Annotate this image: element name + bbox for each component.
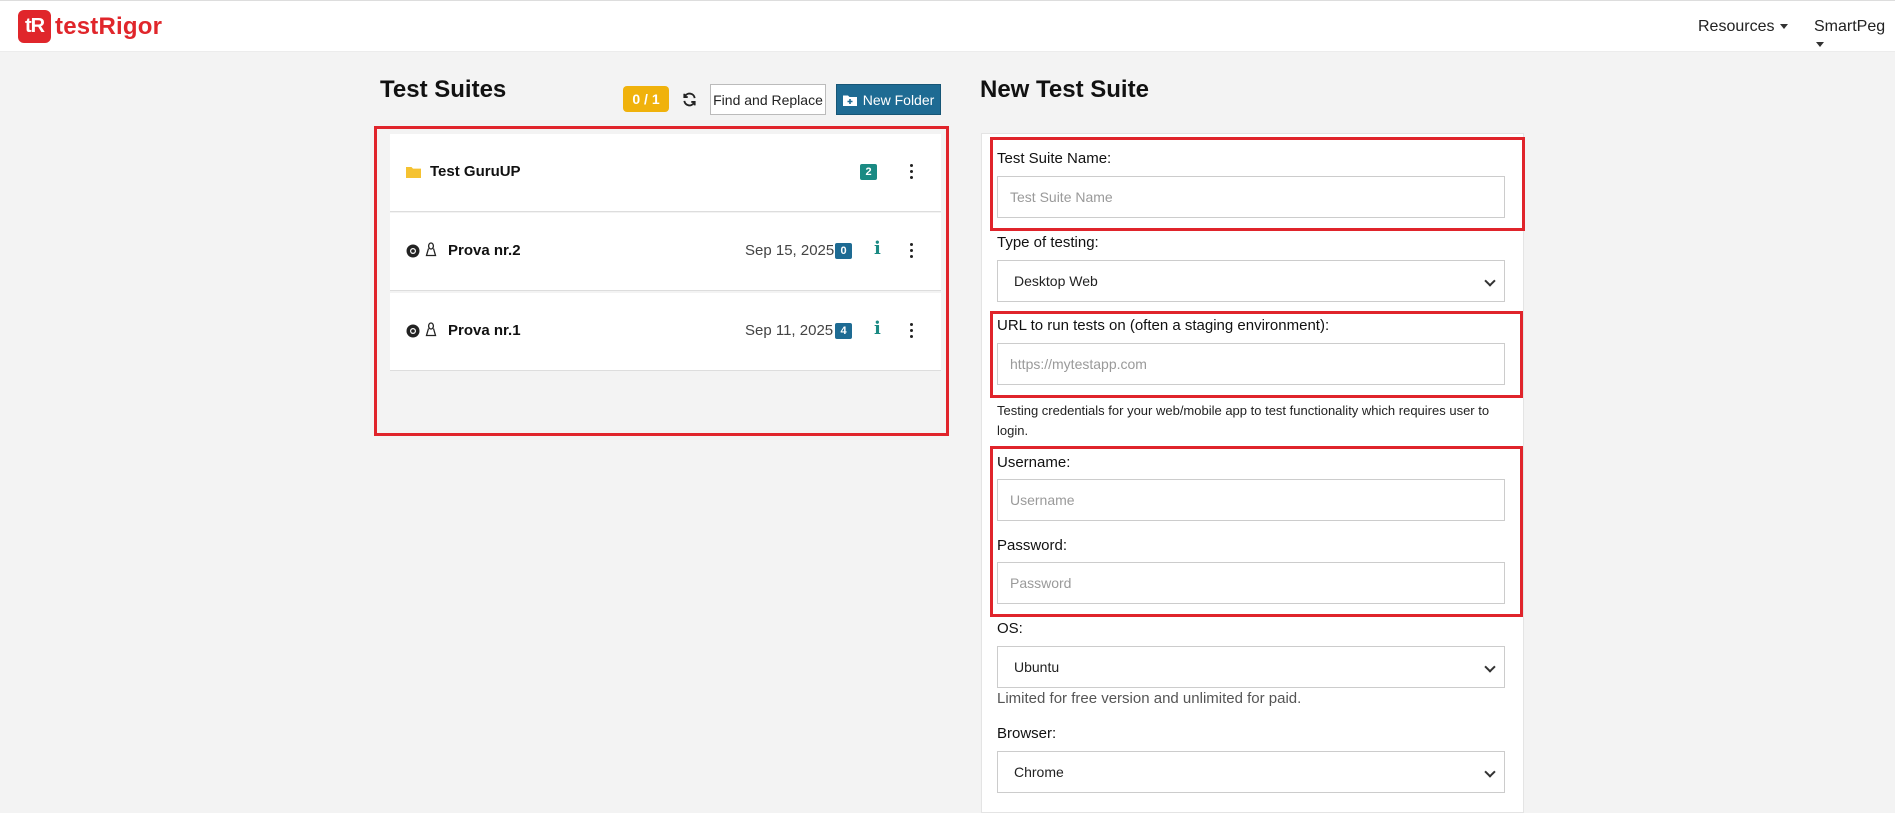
folder-icon — [406, 167, 421, 178]
testrigor-logo[interactable]: tR testRigor — [18, 10, 162, 43]
username-input[interactable] — [997, 479, 1505, 521]
caret-down-icon — [1780, 24, 1789, 30]
suite-name-input[interactable] — [997, 176, 1505, 218]
nav-resources-dropdown[interactable]: Resources — [1698, 18, 1789, 36]
info-icon[interactable]: i — [874, 318, 881, 339]
find-and-replace-button[interactable]: Find and Replace — [710, 84, 826, 115]
refresh-icon — [682, 92, 696, 106]
nav-resources-label: Resources — [1698, 18, 1775, 35]
chevron-down-icon — [1484, 661, 1496, 673]
suite-name: Prova nr.1 — [448, 322, 521, 339]
folder-row[interactable]: Test GuruUP 2 — [390, 134, 941, 212]
folder-name: Test GuruUP — [430, 163, 521, 180]
more-options-icon[interactable] — [906, 237, 916, 263]
new-folder-label: New Folder — [862, 91, 935, 108]
browser-select[interactable]: Chrome — [997, 751, 1505, 793]
linux-icon — [425, 242, 437, 257]
nav-account-label: SmartPeg — [1814, 18, 1886, 35]
chrome-icon — [406, 244, 420, 258]
new-folder-button[interactable]: New Folder — [836, 84, 941, 115]
password-input[interactable] — [997, 562, 1505, 604]
testing-type-select[interactable]: Desktop Web — [997, 260, 1505, 302]
suite-row[interactable]: Prova nr.1 Sep 11, 2025 4 i — [390, 293, 941, 371]
suite-counter-badge: 0 / 1 — [623, 86, 669, 112]
new-test-suite-title: New Test Suite — [980, 76, 1149, 103]
browser-label: Browser: — [997, 725, 1057, 742]
testing-type-value: Desktop Web — [1014, 273, 1098, 289]
suite-row[interactable]: Prova nr.2 Sep 15, 2025 0 i — [390, 213, 941, 291]
suite-date: Sep 11, 2025 — [745, 322, 834, 339]
test-count-badge: 2 — [860, 164, 877, 180]
info-icon[interactable]: i — [874, 238, 881, 259]
suite-name-label: Test Suite Name: — [997, 150, 1112, 167]
url-input[interactable] — [997, 343, 1505, 385]
url-label: URL to run tests on (often a staging env… — [997, 317, 1330, 334]
suite-name: Prova nr.2 — [448, 242, 521, 259]
chrome-icon — [406, 324, 420, 338]
credentials-help-text: Testing credentials for your web/mobile … — [997, 403, 1490, 438]
chevron-down-icon — [1484, 275, 1496, 287]
test-count-badge: 4 — [835, 323, 852, 339]
more-options-icon[interactable] — [906, 317, 916, 343]
os-value: Ubuntu — [1014, 659, 1060, 675]
test-count-badge: 0 — [835, 243, 852, 259]
browser-value: Chrome — [1014, 764, 1064, 780]
username-label: Username: — [997, 454, 1071, 471]
test-suites-title: Test Suites — [380, 76, 507, 103]
more-options-icon[interactable] — [906, 158, 916, 184]
os-select[interactable]: Ubuntu — [997, 646, 1505, 688]
linux-icon — [425, 322, 437, 337]
refresh-button[interactable] — [680, 88, 698, 110]
testing-type-label: Type of testing: — [997, 234, 1099, 251]
nav-account-dropdown[interactable]: SmartPeg — [1814, 18, 1895, 54]
top-navbar: tR testRigor Resources SmartPeg — [0, 0, 1895, 52]
suite-date: Sep 15, 2025 — [745, 242, 835, 259]
chevron-down-icon — [1484, 766, 1496, 778]
logo-mark: tR — [18, 10, 51, 43]
caret-down-icon — [1816, 42, 1824, 48]
os-label: OS: — [997, 620, 1023, 637]
password-label: Password: — [997, 537, 1068, 554]
folder-plus-icon — [842, 95, 857, 106]
os-note: Limited for free version and unlimited f… — [997, 690, 1302, 707]
logo-text: testRigor — [55, 12, 163, 40]
